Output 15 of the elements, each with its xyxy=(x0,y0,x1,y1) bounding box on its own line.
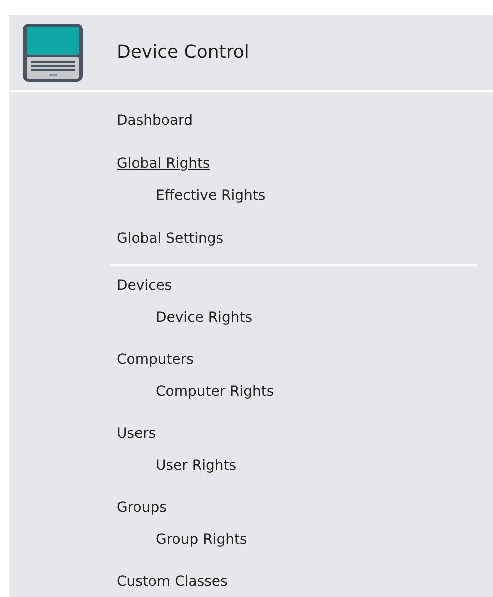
sub-nav-link[interactable]: Effective Rights xyxy=(156,186,266,206)
nav-link[interactable]: Dashboard xyxy=(117,110,193,132)
nav-link[interactable]: Custom Classes xyxy=(117,572,228,592)
laptop-device-icon xyxy=(22,22,84,82)
sub-nav-link[interactable]: Group Rights xyxy=(156,530,248,550)
nav-link[interactable]: Global Settings xyxy=(117,228,224,250)
sub-nav-link[interactable]: Computer Rights xyxy=(156,382,274,402)
sub-nav-link[interactable]: User Rights xyxy=(156,456,237,476)
nav-link[interactable]: Groups xyxy=(117,498,167,518)
nav-link[interactable]: Computers xyxy=(117,350,194,370)
nav-link[interactable]: Users xyxy=(117,424,156,444)
header-title: Device Control xyxy=(117,41,250,65)
nav-link[interactable]: Global Rights xyxy=(117,154,210,174)
sub-nav-link[interactable]: Device Rights xyxy=(156,308,252,328)
nav-link[interactable]: Devices xyxy=(117,276,172,296)
